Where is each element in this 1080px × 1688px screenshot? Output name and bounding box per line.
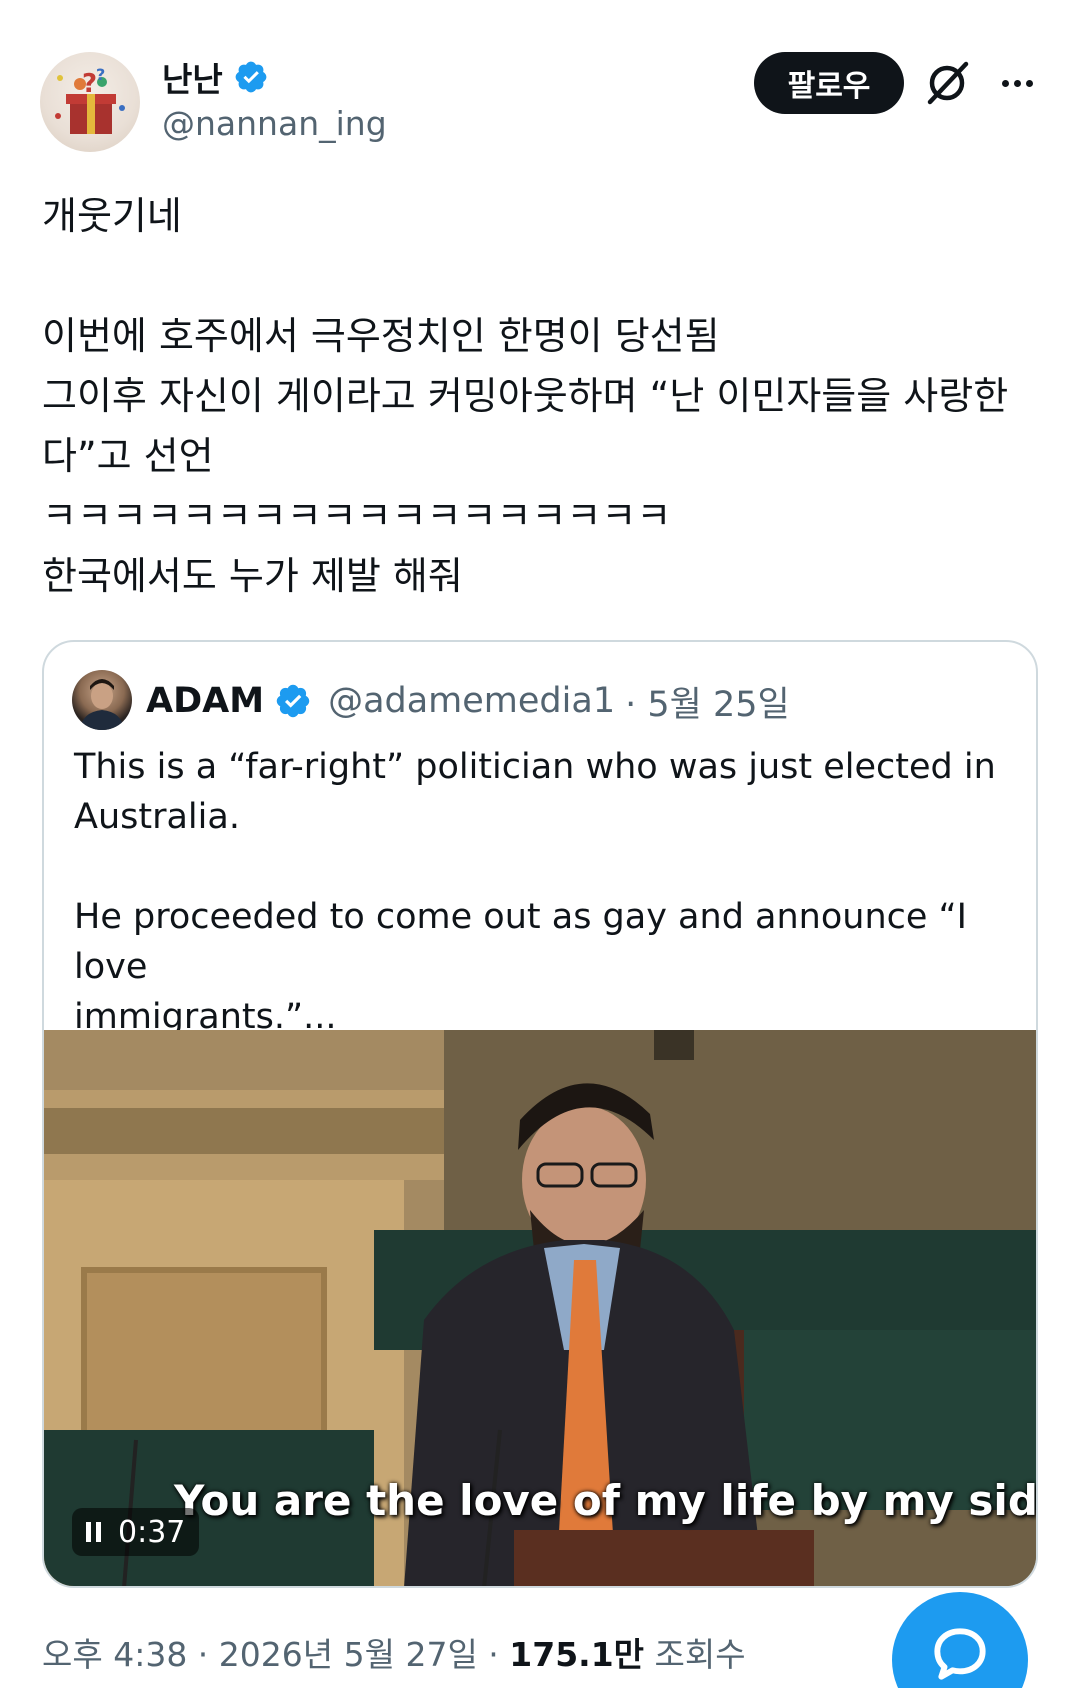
quoted-text: This is a “far-right” politician who was…: [74, 747, 996, 1037]
more-options-icon[interactable]: [994, 60, 1040, 106]
dot: [1013, 79, 1021, 87]
tweet-timestamp[interactable]: 오후 4:38 · 2026년 5월 27일 ·: [42, 1635, 509, 1674]
video-duration: 0:37: [118, 1514, 186, 1550]
video-caption: You are the love of my life by my side: [174, 1476, 1038, 1525]
svg-text:?: ?: [96, 65, 105, 84]
quoted-display-name[interactable]: ADAM: [146, 681, 264, 721]
video-player[interactable]: You are the love of my life by my side 0…: [44, 1030, 1038, 1586]
verified-badge-icon: [235, 61, 267, 93]
tweet-text: 개웃기네 이번에 호주에서 극우정치인 한명이 당선됨 그이후 자신이 게이라고…: [42, 194, 1009, 598]
views-label: 조회수: [644, 1635, 746, 1674]
person-portrait: [80, 679, 124, 730]
author-display-name[interactable]: 난난: [162, 53, 223, 101]
views-count: 175.1만: [509, 1635, 645, 1674]
quoted-date[interactable]: · 5월 25일: [625, 676, 790, 727]
author-handle[interactable]: @nannan_ing: [162, 104, 387, 143]
author-name-row[interactable]: 난난: [162, 54, 269, 100]
dot: [1001, 79, 1009, 87]
quoted-handle[interactable]: @adamemedia1: [328, 681, 615, 721]
grok-icon[interactable]: [922, 58, 972, 108]
tweet-meta: 오후 4:38 · 2026년 5월 27일 · 175.1만 조회수: [42, 1628, 746, 1676]
pause-bar: [86, 1522, 91, 1542]
pause-bar: [96, 1522, 101, 1542]
follow-button[interactable]: 팔로우: [754, 52, 904, 114]
pause-icon[interactable]: [86, 1522, 104, 1542]
quoted-tweet-card[interactable]: ADAM @adamemedia1 · 5월 25일 This is a “fa…: [42, 640, 1038, 1588]
svg-text:?: ?: [82, 69, 97, 99]
verified-badge-icon: [276, 684, 310, 718]
reply-icon: [934, 1628, 986, 1680]
quoted-author-avatar[interactable]: [72, 670, 132, 730]
video-timestamp-badge[interactable]: 0:37: [72, 1508, 200, 1556]
grok-glyph: [927, 61, 969, 105]
dot: [1025, 79, 1033, 87]
gift-box-illustration: ? ?: [55, 65, 125, 134]
reply-fab-button[interactable]: [892, 1592, 1028, 1688]
quoted-header: ADAM @adamemedia1 · 5월 25일: [146, 672, 790, 730]
author-avatar[interactable]: ? ?: [40, 52, 140, 152]
